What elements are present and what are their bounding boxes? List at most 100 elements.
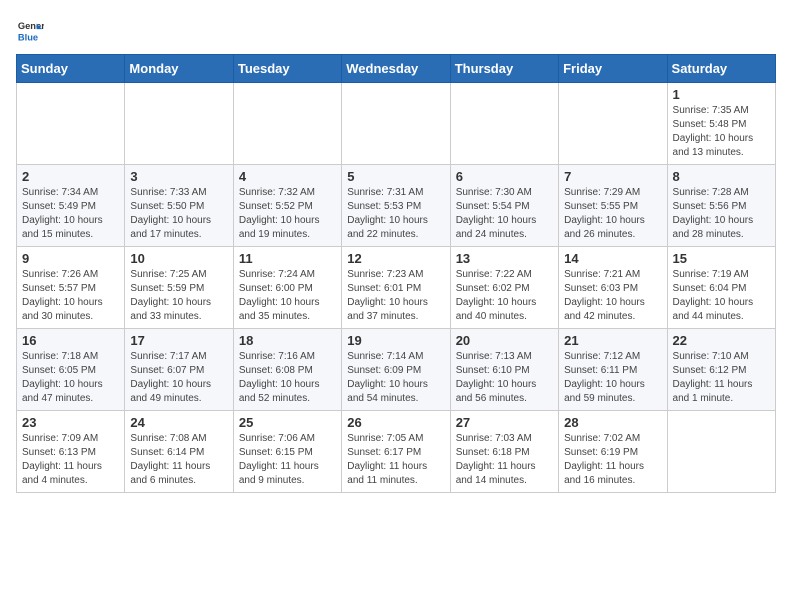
weekday-header-thursday: Thursday: [450, 55, 558, 83]
day-info: Sunrise: 7:16 AM Sunset: 6:08 PM Dayligh…: [239, 350, 336, 406]
day-info: Sunrise: 7:34 AM Sunset: 5:49 PM Dayligh…: [22, 186, 119, 242]
week-row-3: 9 Sunrise: 7:26 AM Sunset: 5:57 PM Daylig…: [17, 247, 776, 329]
logo: General Blue: [16, 16, 48, 44]
calendar-cell: 23Sunrise: 7:09 AM Sunset: 6:13 PM Dayli…: [17, 411, 125, 493]
calendar-cell: [450, 83, 558, 165]
calendar-cell: 11 Sunrise: 7:24 AM Sunset: 6:00 PM Dayli…: [233, 247, 341, 329]
day-info: Sunrise: 7:33 AM Sunset: 5:50 PM Dayligh…: [130, 186, 227, 242]
day-number: 20: [456, 333, 553, 348]
week-row-2: 2 Sunrise: 7:34 AM Sunset: 5:49 PM Daylig…: [17, 165, 776, 247]
day-info: Sunrise: 7:23 AM Sunset: 6:01 PM Dayligh…: [347, 268, 444, 324]
weekday-header-friday: Friday: [559, 55, 667, 83]
day-info: Sunrise: 7:21 AM Sunset: 6:03 PM Dayligh…: [564, 268, 661, 324]
calendar-cell: 8 Sunrise: 7:28 AM Sunset: 5:56 PM Daylig…: [667, 165, 775, 247]
day-number: 10: [130, 251, 227, 266]
calendar-cell: [342, 83, 450, 165]
calendar-cell: 18 Sunrise: 7:16 AM Sunset: 6:08 PM Dayli…: [233, 329, 341, 411]
day-number: 18: [239, 333, 336, 348]
weekday-header-saturday: Saturday: [667, 55, 775, 83]
day-number: 21: [564, 333, 661, 348]
calendar-cell: 20 Sunrise: 7:13 AM Sunset: 6:10 PM Dayli…: [450, 329, 558, 411]
calendar-cell: [125, 83, 233, 165]
calendar-cell: 6 Sunrise: 7:30 AM Sunset: 5:54 PM Daylig…: [450, 165, 558, 247]
calendar-cell: [17, 83, 125, 165]
day-number: 8: [673, 169, 770, 184]
day-info: Sunrise: 7:28 AM Sunset: 5:56 PM Dayligh…: [673, 186, 770, 242]
logo-icon: General Blue: [16, 16, 44, 44]
day-number: 4: [239, 169, 336, 184]
calendar-cell: 5 Sunrise: 7:31 AM Sunset: 5:53 PM Daylig…: [342, 165, 450, 247]
day-info: Sunrise: 7:14 AM Sunset: 6:09 PM Dayligh…: [347, 350, 444, 406]
weekday-header-wednesday: Wednesday: [342, 55, 450, 83]
day-info: Sunrise: 7:22 AM Sunset: 6:02 PM Dayligh…: [456, 268, 553, 324]
day-number: 12: [347, 251, 444, 266]
calendar-cell: 19 Sunrise: 7:14 AM Sunset: 6:09 PM Dayli…: [342, 329, 450, 411]
calendar-cell: 28Sunrise: 7:02 AM Sunset: 6:19 PM Dayli…: [559, 411, 667, 493]
svg-text:General: General: [18, 21, 44, 31]
calendar-cell: 12 Sunrise: 7:23 AM Sunset: 6:01 PM Dayli…: [342, 247, 450, 329]
day-number: 14: [564, 251, 661, 266]
calendar-cell: 24Sunrise: 7:08 AM Sunset: 6:14 PM Dayli…: [125, 411, 233, 493]
day-number: 5: [347, 169, 444, 184]
calendar-cell: 22 Sunrise: 7:10 AM Sunset: 6:12 PM Dayli…: [667, 329, 775, 411]
weekday-header-tuesday: Tuesday: [233, 55, 341, 83]
day-number: 2: [22, 169, 119, 184]
svg-text:Blue: Blue: [18, 32, 38, 42]
calendar-cell: 10 Sunrise: 7:25 AM Sunset: 5:59 PM Dayli…: [125, 247, 233, 329]
calendar: SundayMondayTuesdayWednesdayThursdayFrid…: [16, 54, 776, 493]
week-row-1: 1 Sunrise: 7:35 AM Sunset: 5:48 PM Daylig…: [17, 83, 776, 165]
day-info: Sunrise: 7:18 AM Sunset: 6:05 PM Dayligh…: [22, 350, 119, 406]
calendar-cell: 7Sunrise: 7:29 AM Sunset: 5:55 PM Daylig…: [559, 165, 667, 247]
day-number: 9: [22, 251, 119, 266]
day-info: Sunrise: 7:19 AM Sunset: 6:04 PM Dayligh…: [673, 268, 770, 324]
day-number: 22: [673, 333, 770, 348]
weekday-header-row: SundayMondayTuesdayWednesdayThursdayFrid…: [17, 55, 776, 83]
page-header: General Blue: [16, 16, 776, 44]
day-number: 25: [239, 415, 336, 430]
day-info: Sunrise: 7:31 AM Sunset: 5:53 PM Dayligh…: [347, 186, 444, 242]
day-info: Sunrise: 7:05 AM Sunset: 6:17 PM Dayligh…: [347, 432, 444, 488]
day-number: 1: [673, 87, 770, 102]
calendar-cell: 26 Sunrise: 7:05 AM Sunset: 6:17 PM Dayli…: [342, 411, 450, 493]
calendar-cell: 16 Sunrise: 7:18 AM Sunset: 6:05 PM Dayli…: [17, 329, 125, 411]
day-number: 15: [673, 251, 770, 266]
calendar-cell: 13Sunrise: 7:22 AM Sunset: 6:02 PM Dayli…: [450, 247, 558, 329]
calendar-cell: 4 Sunrise: 7:32 AM Sunset: 5:52 PM Daylig…: [233, 165, 341, 247]
day-number: 3: [130, 169, 227, 184]
calendar-cell: 9 Sunrise: 7:26 AM Sunset: 5:57 PM Daylig…: [17, 247, 125, 329]
day-info: Sunrise: 7:13 AM Sunset: 6:10 PM Dayligh…: [456, 350, 553, 406]
week-row-5: 23Sunrise: 7:09 AM Sunset: 6:13 PM Dayli…: [17, 411, 776, 493]
day-info: Sunrise: 7:12 AM Sunset: 6:11 PM Dayligh…: [564, 350, 661, 406]
day-info: Sunrise: 7:06 AM Sunset: 6:15 PM Dayligh…: [239, 432, 336, 488]
calendar-cell: 2 Sunrise: 7:34 AM Sunset: 5:49 PM Daylig…: [17, 165, 125, 247]
day-number: 6: [456, 169, 553, 184]
day-info: Sunrise: 7:10 AM Sunset: 6:12 PM Dayligh…: [673, 350, 770, 406]
day-info: Sunrise: 7:24 AM Sunset: 6:00 PM Dayligh…: [239, 268, 336, 324]
day-number: 26: [347, 415, 444, 430]
calendar-cell: 14 Sunrise: 7:21 AM Sunset: 6:03 PM Dayli…: [559, 247, 667, 329]
calendar-cell: 17Sunrise: 7:17 AM Sunset: 6:07 PM Dayli…: [125, 329, 233, 411]
calendar-cell: 15 Sunrise: 7:19 AM Sunset: 6:04 PM Dayli…: [667, 247, 775, 329]
day-number: 19: [347, 333, 444, 348]
day-info: Sunrise: 7:29 AM Sunset: 5:55 PM Dayligh…: [564, 186, 661, 242]
day-number: 11: [239, 251, 336, 266]
calendar-cell: 27Sunrise: 7:03 AM Sunset: 6:18 PM Dayli…: [450, 411, 558, 493]
calendar-cell: 3 Sunrise: 7:33 AM Sunset: 5:50 PM Daylig…: [125, 165, 233, 247]
weekday-header-monday: Monday: [125, 55, 233, 83]
day-info: Sunrise: 7:09 AM Sunset: 6:13 PM Dayligh…: [22, 432, 119, 488]
day-info: Sunrise: 7:08 AM Sunset: 6:14 PM Dayligh…: [130, 432, 227, 488]
day-info: Sunrise: 7:32 AM Sunset: 5:52 PM Dayligh…: [239, 186, 336, 242]
calendar-cell: 25 Sunrise: 7:06 AM Sunset: 6:15 PM Dayli…: [233, 411, 341, 493]
day-info: Sunrise: 7:17 AM Sunset: 6:07 PM Dayligh…: [130, 350, 227, 406]
week-row-4: 16 Sunrise: 7:18 AM Sunset: 6:05 PM Dayli…: [17, 329, 776, 411]
day-number: 16: [22, 333, 119, 348]
day-info: Sunrise: 7:35 AM Sunset: 5:48 PM Dayligh…: [673, 104, 770, 160]
calendar-cell: [559, 83, 667, 165]
calendar-cell: 1 Sunrise: 7:35 AM Sunset: 5:48 PM Daylig…: [667, 83, 775, 165]
day-info: Sunrise: 7:03 AM Sunset: 6:18 PM Dayligh…: [456, 432, 553, 488]
day-number: 28: [564, 415, 661, 430]
day-info: Sunrise: 7:30 AM Sunset: 5:54 PM Dayligh…: [456, 186, 553, 242]
weekday-header-sunday: Sunday: [17, 55, 125, 83]
day-info: Sunrise: 7:26 AM Sunset: 5:57 PM Dayligh…: [22, 268, 119, 324]
day-info: Sunrise: 7:25 AM Sunset: 5:59 PM Dayligh…: [130, 268, 227, 324]
